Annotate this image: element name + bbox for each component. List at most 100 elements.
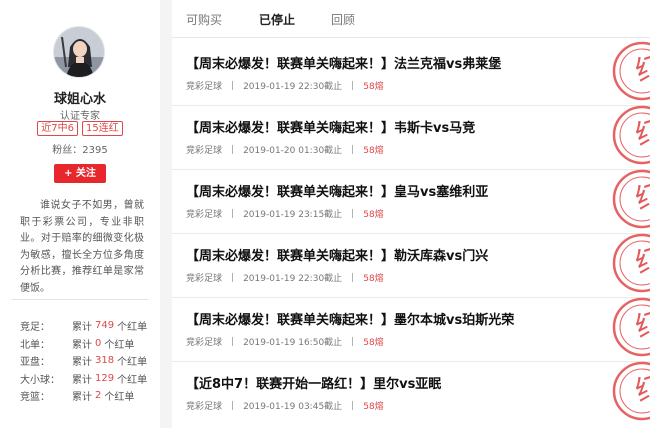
divider — [12, 299, 148, 300]
red-result-stamp-icon: 红 — [606, 38, 650, 104]
stat-suffix: 个红单 — [117, 357, 148, 369]
article-list-panel: 可购买 已停止 回顾 【周末必爆发！联赛单关嗨起来！】法兰克福vs弗莱堡 竞彩足… — [172, 0, 650, 428]
article-title[interactable]: 【周末必爆发！联赛单关嗨起来！】韦斯卡vs马竞 — [186, 117, 475, 136]
meta-separator: | — [351, 272, 355, 283]
stat-count: 129 — [95, 372, 115, 384]
article-price: 58熔 — [363, 338, 384, 348]
tab-replay[interactable]: 回顾 — [331, 11, 355, 28]
meta-separator: | — [231, 336, 235, 347]
article-item[interactable]: 【周末必爆发！联赛单关嗨起来！】法兰克福vs弗莱堡 竞彩足球 | 2019-01-… — [172, 38, 650, 106]
red-result-stamp-icon: 红 — [606, 358, 650, 424]
article-price: 58熔 — [363, 274, 384, 284]
article-title[interactable]: 【周末必爆发！联赛单关嗨起来！】墨尔本城vs珀斯光荣 — [186, 309, 514, 328]
article-meta: 竞彩足球 | 2019-01-19 23:15截止 | 58熔 — [186, 207, 384, 221]
tab-buyable[interactable]: 可购买 — [186, 11, 222, 28]
stat-suffix: 个红单 — [104, 392, 135, 404]
article-category: 竞彩足球 — [186, 402, 223, 412]
stat-prefix: 累计 — [72, 392, 92, 404]
win-streak-badge: 15连红 — [82, 121, 123, 136]
meta-separator: | — [351, 80, 355, 91]
expert-bio: 谁说女子不如男，曾就职于彩票公司，专业非职业。对于赔率的细微变化极为敏感，擅长全… — [20, 200, 144, 294]
fans-number: 2395 — [82, 145, 108, 156]
article-category: 竞彩足球 — [186, 274, 223, 284]
stat-row-yapan: 亚盘： 累计 318 个红单 — [20, 352, 150, 370]
article-meta: 竞彩足球 | 2019-01-19 03:45截止 | 58熔 — [186, 399, 384, 413]
expert-profile-panel: 球姐心水 认证专家 近7中6 15连红 粉丝：2395 + 关注 谁说女子不如男… — [0, 0, 160, 428]
stamp-text: 红 — [631, 48, 650, 88]
stat-prefix: 累计 — [72, 339, 92, 351]
stat-count: 749 — [95, 320, 115, 332]
article-meta: 竞彩足球 | 2019-01-19 16:50截止 | 58熔 — [186, 335, 384, 349]
stat-name: 竞足： — [20, 322, 50, 334]
red-result-stamp-icon: 红 — [606, 166, 650, 232]
article-item[interactable]: 【近8中7！联赛开始一路红！】里尔vs亚眠 竞彩足球 | 2019-01-19 0… — [172, 358, 650, 428]
expert-nickname: 球姐心水 — [53, 92, 106, 107]
status-tabs: 可购买 已停止 回顾 — [172, 0, 650, 38]
article-item[interactable]: 【周末必爆发！联赛单关嗨起来！】韦斯卡vs马竞 竞彩足球 | 2019-01-20… — [172, 102, 650, 170]
article-deadline: 2019-01-19 16:50截止 — [243, 338, 343, 348]
stat-name: 竞篮： — [20, 392, 50, 404]
article-category: 竞彩足球 — [186, 82, 223, 92]
article-meta: 竞彩足球 | 2019-01-20 01:30截止 | 58熔 — [186, 143, 384, 157]
red-result-stamp-icon: 红 — [606, 102, 650, 168]
article-category: 竞彩足球 — [186, 146, 223, 156]
meta-separator: | — [351, 400, 355, 411]
avatar[interactable] — [53, 26, 105, 78]
article-category: 竞彩足球 — [186, 338, 223, 348]
stamp-text: 红 — [631, 240, 650, 280]
article-title[interactable]: 【近8中7！联赛开始一路红！】里尔vs亚眠 — [186, 373, 441, 392]
meta-separator: | — [231, 208, 235, 219]
article-item[interactable]: 【周末必爆发！联赛单关嗨起来！】皇马vs塞维利亚 竞彩足球 | 2019-01-1… — [172, 166, 650, 234]
tab-stopped[interactable]: 已停止 — [259, 11, 295, 28]
stat-row-beidan: 北单： 累计 0 个红单 — [20, 335, 150, 353]
article-category: 竞彩足球 — [186, 210, 223, 220]
stat-prefix: 累计 — [72, 374, 92, 386]
article-title[interactable]: 【周末必爆发！联赛单关嗨起来！】皇马vs塞维利亚 — [186, 181, 488, 200]
stat-suffix: 个红单 — [117, 322, 148, 334]
article-title[interactable]: 【周末必爆发！联赛单关嗨起来！】法兰克福vs弗莱堡 — [186, 53, 501, 72]
stat-row-jingzu: 竞足： 累计 749 个红单 — [20, 317, 150, 335]
stat-suffix: 个红单 — [104, 339, 135, 351]
avatar-image — [54, 27, 104, 77]
article-item[interactable]: 【周末必爆发！联赛单关嗨起来！】勒沃库森vs门兴 竞彩足球 | 2019-01-1… — [172, 230, 650, 298]
meta-separator: | — [231, 80, 235, 91]
article-deadline: 2019-01-19 23:15截止 — [243, 210, 343, 220]
red-result-stamp-icon: 红 — [606, 294, 650, 360]
meta-separator: | — [231, 400, 235, 411]
fans-label: 粉丝： — [52, 145, 83, 156]
stat-name: 北单： — [20, 339, 50, 351]
article-title[interactable]: 【周末必爆发！联赛单关嗨起来！】勒沃库森vs门兴 — [186, 245, 488, 264]
certification-label: 认证专家 — [60, 111, 100, 122]
meta-separator: | — [351, 336, 355, 347]
stat-suffix: 个红单 — [117, 374, 148, 386]
meta-separator: | — [231, 144, 235, 155]
stat-prefix: 累计 — [72, 322, 92, 334]
stat-prefix: 累计 — [72, 357, 92, 369]
meta-separator: | — [351, 208, 355, 219]
stat-count: 318 — [95, 355, 115, 367]
stat-name: 大小球： — [20, 374, 60, 386]
article-deadline: 2019-01-19 22:30截止 — [243, 274, 343, 284]
article-deadline: 2019-01-20 01:30截止 — [243, 146, 343, 156]
stat-count: 0 — [95, 337, 102, 349]
meta-separator: | — [231, 272, 235, 283]
article-price: 58熔 — [363, 210, 384, 220]
red-result-stamp-icon: 红 — [606, 230, 650, 296]
article-meta: 竞彩足球 | 2019-01-19 22:30截止 | 58熔 — [186, 271, 384, 285]
red-record-stats: 竞足： 累计 749 个红单 北单： 累计 0 个红单 亚盘： 累计 318 个… — [20, 317, 150, 405]
stat-name: 亚盘： — [20, 357, 50, 369]
meta-separator: | — [351, 144, 355, 155]
article-price: 58熔 — [363, 82, 384, 92]
article-price: 58熔 — [363, 146, 384, 156]
record-badges: 近7中6 15连红 — [0, 121, 160, 136]
stamp-text: 红 — [631, 304, 650, 344]
stamp-text: 红 — [631, 176, 650, 216]
stat-row-daxiaoqiu: 大小球： 累计 129 个红单 — [20, 370, 150, 388]
article-item[interactable]: 【周末必爆发！联赛单关嗨起来！】墨尔本城vs珀斯光荣 竞彩足球 | 2019-01… — [172, 294, 650, 362]
article-deadline: 2019-01-19 03:45截止 — [243, 402, 343, 412]
follow-button[interactable]: + 关注 — [54, 164, 106, 183]
fans-count: 粉丝：2395 — [0, 141, 160, 156]
stat-row-jinglan: 竞篮： 累计 2 个红单 — [20, 387, 150, 405]
stamp-text: 红 — [631, 368, 650, 408]
stat-count: 2 — [95, 390, 102, 402]
